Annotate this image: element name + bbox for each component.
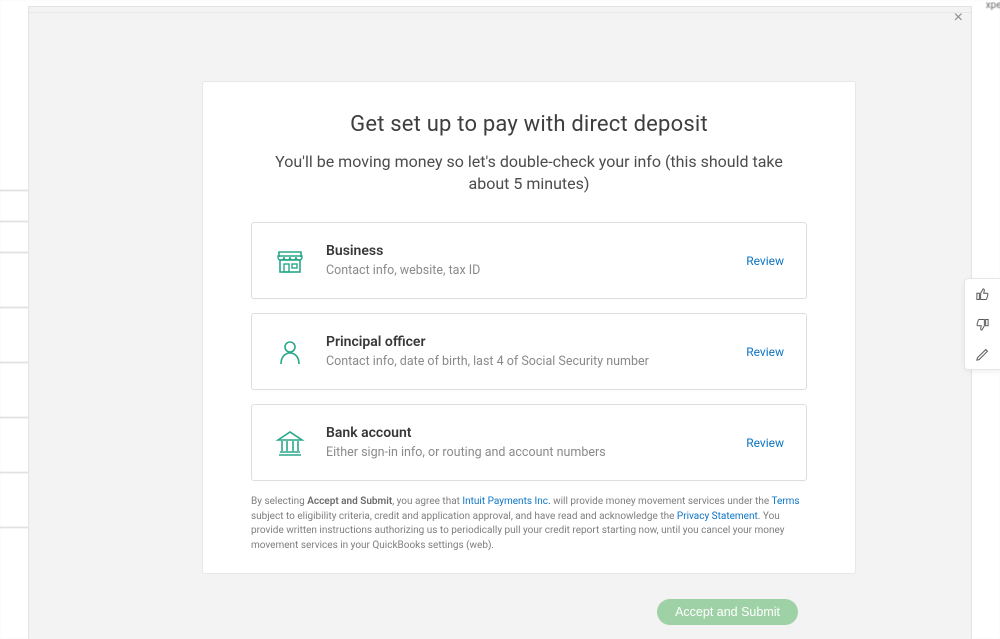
bg-frag: for yo	[0, 582, 30, 596]
bg-frag: irect	[0, 503, 30, 517]
section-desc: Either sign-in info, or routing and acco…	[326, 445, 726, 460]
bg-right-frag: xper	[986, 0, 1000, 11]
bg-heading: our	[0, 90, 30, 110]
legal-frag: will provide money movement services und…	[551, 496, 772, 507]
bg-frag: ave e	[0, 338, 30, 352]
thumbs-down-icon[interactable]	[965, 309, 1000, 339]
bg-heading2: ch	[0, 113, 30, 133]
bg-frag: team	[0, 190, 30, 211]
review-link-business[interactable]: Review	[746, 254, 784, 268]
section-business[interactable]: Business Contact info, website, tax ID R…	[251, 222, 807, 299]
section-desc: Contact info, date of birth, last 4 of S…	[326, 354, 726, 369]
legal-text: By selecting Accept and Submit, you agre…	[251, 495, 807, 553]
bg-frag: busin	[0, 307, 30, 328]
link-intuit-payments[interactable]: Intuit Payments Inc.	[462, 496, 550, 507]
modal-overlay: × Get set up to pay with direct deposit …	[28, 6, 972, 639]
setup-card: Get set up to pay with direct deposit Yo…	[202, 81, 856, 574]
page-subtitle: You'll be moving money so let's double-c…	[251, 151, 807, 194]
bg-frag: your t	[0, 527, 30, 548]
legal-bold: Accept and Submit	[307, 496, 392, 507]
section-desc: Contact info, website, tax ID	[326, 263, 726, 278]
section-list: Business Contact info, website, tax ID R…	[251, 222, 807, 481]
storefront-icon	[274, 245, 306, 277]
legal-frag: By selecting	[251, 496, 307, 507]
bg-frag: e read	[0, 252, 30, 273]
review-link-officer[interactable]: Review	[746, 345, 784, 359]
bg-frag: c the	[0, 393, 30, 407]
page-title: Get set up to pay with direct deposit	[251, 112, 807, 137]
legal-frag: subject to eligibility criteria, credit …	[251, 511, 677, 522]
section-title: Business	[326, 243, 726, 259]
section-principal-officer[interactable]: Principal officer Contact info, date of …	[251, 313, 807, 390]
section-title: Bank account	[326, 425, 726, 441]
feedback-toolbar	[964, 278, 1000, 370]
bg-frag: afterna	[0, 606, 30, 620]
link-terms[interactable]: Terms	[771, 496, 799, 507]
close-icon[interactable]: ×	[954, 9, 963, 27]
review-link-bank[interactable]: Review	[746, 436, 784, 450]
pencil-icon[interactable]	[965, 339, 1000, 369]
bg-frag: e read	[0, 362, 30, 383]
link-privacy[interactable]: Privacy Statement	[677, 511, 758, 522]
bg-frag: e cus	[0, 283, 30, 297]
bg-frag: all se	[0, 448, 30, 462]
thumbs-up-icon[interactable]	[965, 279, 1000, 309]
bank-icon	[274, 427, 306, 459]
person-icon	[274, 336, 306, 368]
background-sidebar: our ch ckling ey, er team s e read e cus…	[0, 0, 30, 639]
bg-frag: ckling	[0, 142, 30, 156]
bg-frag: ect y	[0, 472, 30, 493]
bg-frag: quick	[0, 558, 30, 572]
section-bank-account[interactable]: Bank account Either sign-in info, or rou…	[251, 404, 807, 481]
section-title: Principal officer	[326, 334, 726, 350]
bg-frag: s	[0, 221, 30, 242]
accept-and-submit-button[interactable]: Accept and Submit	[657, 599, 798, 625]
bg-frag: ey, er	[0, 166, 30, 180]
legal-frag: , you agree that	[392, 496, 462, 507]
modal-topbar	[29, 7, 971, 13]
bg-frag: tax in	[0, 417, 30, 438]
